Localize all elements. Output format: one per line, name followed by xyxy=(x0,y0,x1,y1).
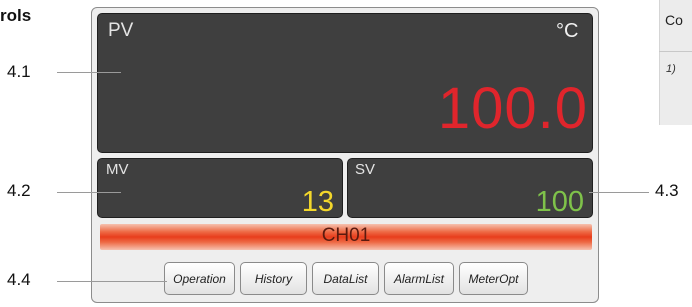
channel-label: CH01 xyxy=(321,225,371,246)
leader-line-4-1 xyxy=(57,72,121,73)
table-footnote: 1) xyxy=(666,63,676,75)
history-button[interactable]: History xyxy=(240,262,307,295)
datalist-button[interactable]: DataList xyxy=(312,262,379,295)
sv-label: SV xyxy=(355,161,376,178)
leader-line-4-3 xyxy=(589,192,649,193)
table-divider xyxy=(659,51,692,52)
callout-4-1: 4.1 xyxy=(7,62,31,81)
pv-value: 100.0 xyxy=(437,76,588,141)
callout-4-2: 4.2 xyxy=(7,181,31,200)
alarmlist-button[interactable]: AlarmList xyxy=(384,262,454,295)
callout-4-3: 4.3 xyxy=(655,181,679,200)
callout-4-4: 4.4 xyxy=(7,270,31,289)
section-title: rols xyxy=(0,6,32,25)
leader-line-4-4 xyxy=(57,281,167,282)
sv-value: 100 xyxy=(535,186,584,218)
mv-value: 13 xyxy=(301,186,334,218)
mv-label: MV xyxy=(106,161,129,178)
operation-button[interactable]: Operation xyxy=(164,262,235,295)
table-header-cell: Co xyxy=(665,12,683,28)
leader-line-4-2 xyxy=(57,192,121,193)
pv-label: PV xyxy=(108,20,134,41)
meteropt-button[interactable]: MeterOpt xyxy=(459,262,528,295)
pv-unit: °C xyxy=(556,20,579,42)
